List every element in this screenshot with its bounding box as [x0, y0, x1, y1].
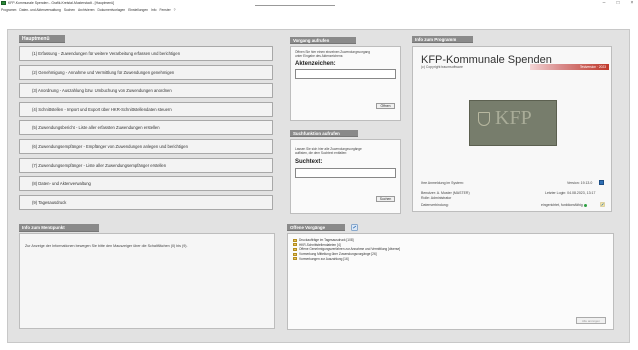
suchtext-label: Suchtext:: [295, 159, 323, 165]
vorgang-hint-line2: unter Eingabe des Aktenzeichens:: [295, 54, 344, 59]
offene-list: Druckaufträge im Tagesausdruck [108] HKR…: [293, 238, 400, 261]
programm-body: KFP-Kommunale Spenden (c) Copyright trau…: [412, 46, 612, 212]
vorgang-panel: Vorgang aufrufen Öffnen Sie hier einen e…: [290, 37, 401, 121]
hauptmenu-panel: Hauptmenü (1) Erfassung - Zuwendungen fü…: [19, 35, 274, 221]
menu-button-anordnung[interactable]: (3) Anordnung - Auszahlung bzw. Umbuchun…: [19, 83, 273, 99]
folder-icon: [293, 247, 297, 251]
app-icon: [1, 1, 6, 5]
menu-help[interactable]: ?: [174, 8, 176, 13]
list-item[interactable]: Offene Genehmigungsverfahren zur Annahme…: [293, 247, 400, 252]
aktenzeichen-input[interactable]: [295, 69, 396, 79]
offene-body: Druckaufträge im Tagesausdruck [108] HKR…: [287, 233, 614, 330]
hauptmenu-header: Hauptmenü: [19, 35, 65, 43]
menu-daten-aktenverwaltung[interactable]: Daten- und Aktenverwaltung: [19, 8, 60, 13]
titlebar-field: [255, 1, 335, 6]
such-hint: Lassen Sie sich hier alle Zuwendungsvorg…: [295, 147, 362, 156]
such-header: Suchfunktion aufrufen: [290, 130, 358, 137]
offene-vorgaenge-panel: Offene Vorgänge Druckaufträge im Tagesau…: [287, 224, 614, 330]
list-item-label: Druckaufträge im Tagesausdruck [108]: [299, 238, 354, 243]
list-item[interactable]: Vormerkungen zur Auszahlung [16]: [293, 256, 400, 261]
program-copyright: (c) Copyright traumsoftware: [421, 65, 463, 69]
menu-button-schnittstellen[interactable]: (4) Schnittstellen - Import und Export ü…: [19, 101, 273, 117]
maximize-icon[interactable]: □: [614, 0, 622, 6]
version-banner: Testversion · 2023: [530, 64, 609, 70]
menu-bar: Programm Daten- und Aktenverwaltung Such…: [0, 8, 638, 13]
menu-button-datenverwaltung[interactable]: (8) Daten- und Aktenverwaltung: [19, 176, 273, 192]
suchtext-input[interactable]: [295, 168, 396, 178]
list-item-label: HKR-Schnittstellendateien [4]: [299, 242, 341, 247]
vorgang-header: Vorgang aufrufen: [290, 37, 356, 44]
menu-archivieren[interactable]: Archivieren: [78, 8, 95, 13]
suchen-button[interactable]: Suchen: [376, 196, 395, 202]
menu-button-tagesausdruck[interactable]: (9) Tagesausdruck: [19, 194, 273, 210]
folder-icon: [293, 238, 297, 242]
verbindung-status: eingerichtet, funktionsfähig: [541, 203, 587, 207]
programm-panel: Info zum Programm KFP-Kommunale Spenden …: [412, 36, 612, 212]
datenverbindung-label: Datenverbindung:: [421, 203, 449, 207]
menu-button-empfaenger-anlegen[interactable]: (6) Zuwendungsempfänger - Empfänger von …: [19, 138, 273, 154]
menu-programm[interactable]: Programm: [1, 8, 16, 13]
minimize-icon[interactable]: –: [600, 0, 608, 6]
edit-icon[interactable]: [600, 202, 605, 207]
window-controls: – □ ×: [600, 0, 636, 6]
menu-dokumentvorlagen[interactable]: Dokumentvorlagen: [98, 8, 126, 13]
crest-icon: [478, 112, 490, 126]
folder-icon: [293, 243, 297, 247]
folder-icon: [293, 257, 297, 261]
logo-letters: KFP: [495, 107, 532, 129]
menu-button-empfaenger-liste[interactable]: (7) Zuwendungsempfänger - Liste aller Zu…: [19, 157, 273, 173]
menu-suchen[interactable]: Suchen: [64, 8, 75, 13]
menu-button-zuwendungsbericht[interactable]: (5) Zuwendungsbericht - Liste aller erfa…: [19, 120, 273, 136]
rolle-text: Rolle: Administrator: [421, 195, 452, 200]
aktenzeichen-label: Aktenzeichen:: [295, 61, 336, 67]
vorgang-body: Öffnen Sie hier einen einzelnen Zuwendun…: [290, 46, 401, 121]
menu-fenster[interactable]: Fenster: [159, 8, 170, 13]
info-icon[interactable]: [599, 180, 604, 185]
status-ok-icon: [583, 203, 587, 207]
menu-info[interactable]: Info: [151, 8, 157, 13]
verbindung-status-text: eingerichtet, funktionsfähig: [541, 203, 583, 207]
menu-button-genehmigung[interactable]: (2) Genehmigung - Annahme und Vermittlun…: [19, 64, 273, 80]
info-menupunkt-text: Zur Anzeige der Informationen bewegen Si…: [25, 244, 188, 248]
benutzer-text: Benutzer: A. Muster (MASTER): [421, 191, 470, 195]
vorgang-hint: Öffnen Sie hier einen einzelnen Zuwendun…: [295, 50, 370, 59]
list-item-label: Vormerkungen zur Auszahlung [16]: [299, 256, 349, 261]
hauptmenu-list: (1) Erfassung - Zuwendungen für weitere …: [19, 46, 273, 213]
window-title: KFP-Kommunale Spenden - Grafik-Kreistal-…: [8, 1, 115, 5]
title-bar: KFP-Kommunale Spenden - Grafik-Kreistal-…: [0, 0, 638, 8]
version-text: Version: 19.13.0: [567, 181, 593, 185]
alle-anzeigen-button[interactable]: Alle anzeigen: [576, 317, 606, 324]
menu-button-erfassung[interactable]: (1) Erfassung - Zuwendungen für weitere …: [19, 46, 273, 61]
info-menupunkt-body: Zur Anzeige der Informationen bewegen Si…: [19, 233, 275, 329]
such-panel: Suchfunktion aufrufen Lassen Sie sich hi…: [290, 130, 401, 214]
such-hint-line2: auflisten, die dem Suchtext entfallen:: [295, 151, 348, 156]
oeffnen-button[interactable]: Öffnen: [376, 103, 395, 109]
list-item-label: Vormerkung Mitteilung über Zuwendungsvor…: [299, 252, 377, 257]
folder-icon: [293, 252, 297, 256]
programm-header: Info zum Programm: [412, 36, 473, 43]
info-menupunkt-header: Info zum Menüpunkt: [19, 224, 99, 232]
close-icon[interactable]: ×: [628, 0, 636, 6]
anmeldung-label: Ihre Anmeldung im System:: [421, 181, 464, 185]
list-item-label: Offene Genehmigungsverfahren zur Annahme…: [299, 247, 401, 252]
kfp-logo: KFP: [469, 100, 557, 146]
refresh-icon[interactable]: [351, 224, 358, 231]
menu-einstellungen[interactable]: Einstellungen: [128, 8, 148, 13]
info-menupunkt-panel: Info zum Menüpunkt Zur Anzeige der Infor…: [19, 224, 275, 329]
letzter-login-text: Letzter Login: 04.08.2023, 13:17: [545, 191, 596, 195]
such-body: Lassen Sie sich hier alle Zuwendungsvorg…: [290, 139, 401, 214]
offene-header: Offene Vorgänge: [287, 224, 345, 231]
